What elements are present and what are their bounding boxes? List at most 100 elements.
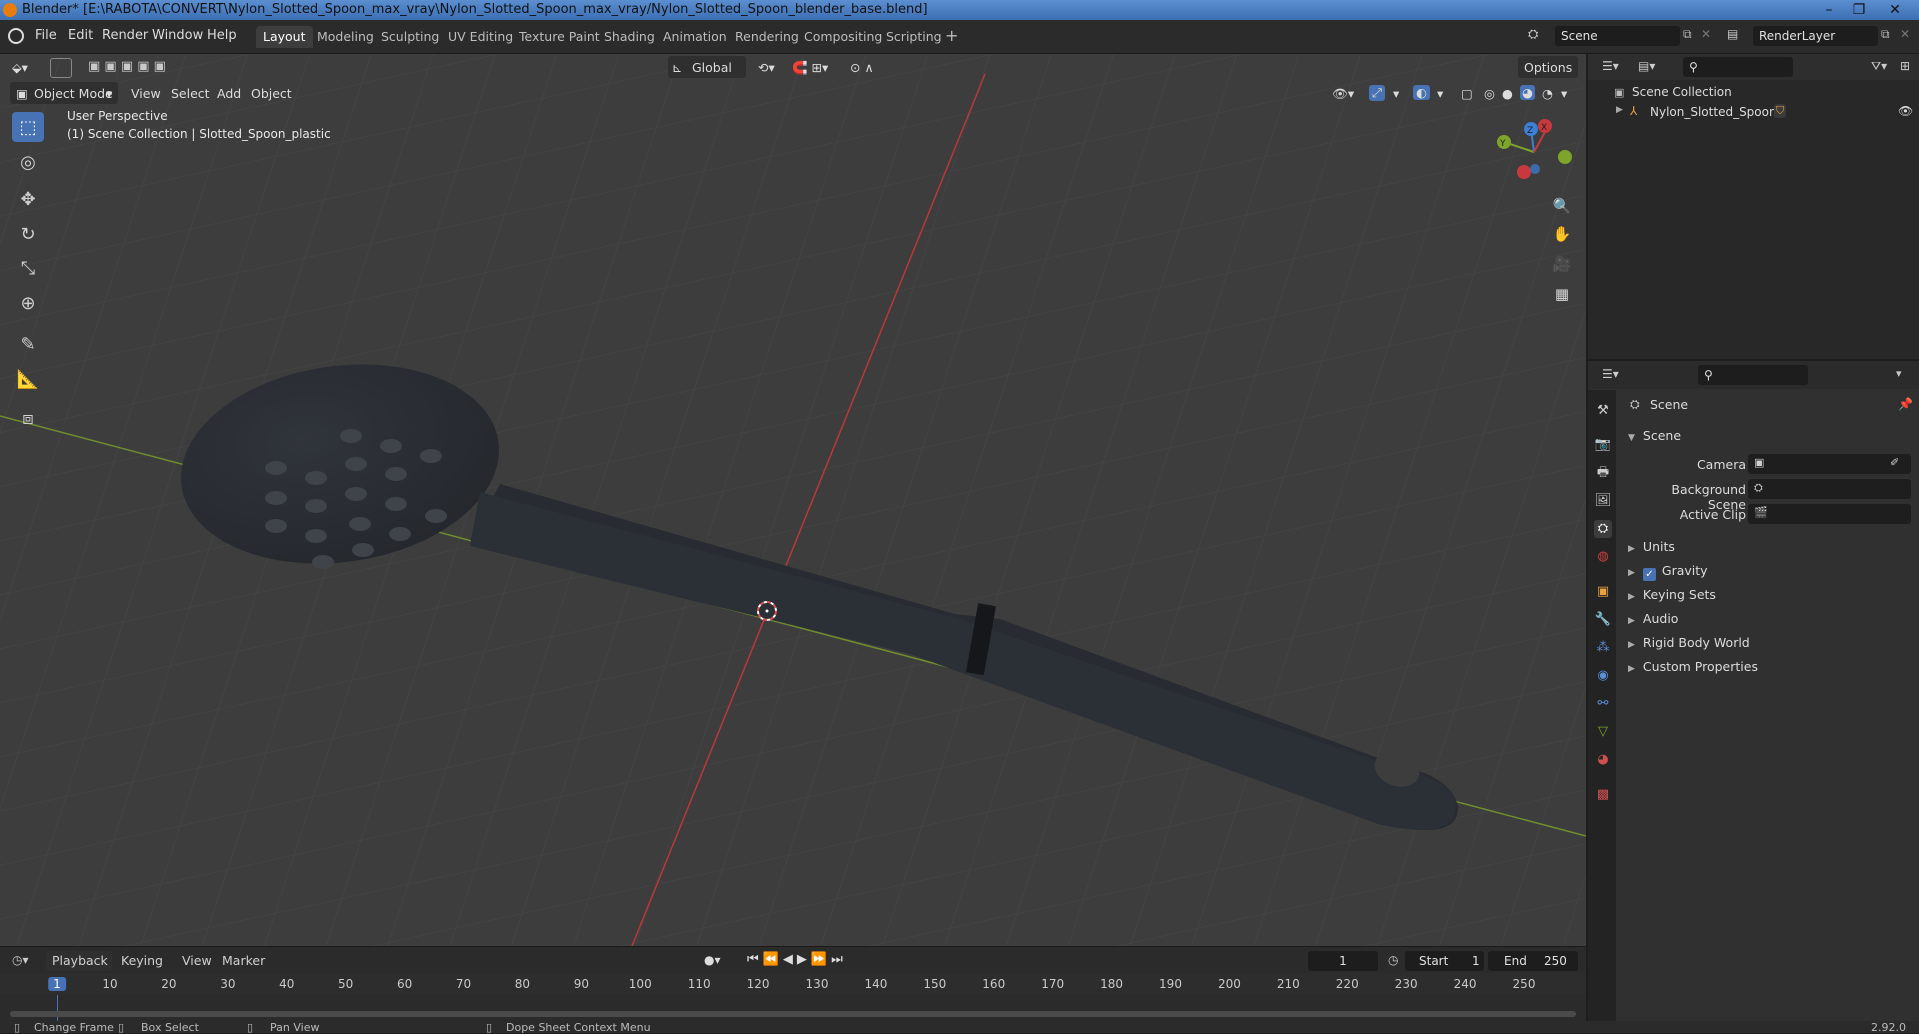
visibility-eye-icon[interactable]: 👁 [1898, 104, 1913, 118]
material-shading-icon[interactable]: ◕ [1520, 85, 1535, 100]
menu-edit[interactable]: Edit [68, 28, 93, 43]
camera-view-icon[interactable]: 🎥 [1550, 252, 1574, 276]
tab-uv-editing[interactable]: UV Editing [441, 26, 520, 48]
renderlayer-field[interactable]: RenderLayer [1753, 26, 1878, 46]
3d-viewport[interactable]: Y Z X User Perspective (1) Scene Collect… [0, 54, 1586, 946]
outliner-search-input[interactable]: ⚲ [1683, 57, 1793, 77]
pin-icon[interactable]: 📌 [1898, 397, 1913, 411]
xray-icon[interactable]: ▢ [1461, 86, 1473, 101]
modifier-tab-icon[interactable]: 🔧 [1594, 611, 1612, 629]
add-workspace-icon[interactable]: + [945, 26, 958, 45]
outliner-root-label[interactable]: Scene Collection [1632, 85, 1732, 99]
new-renderlayer-icon[interactable]: ⧉ [1881, 27, 1890, 42]
tool-tab-icon[interactable]: ⚒ [1594, 402, 1612, 420]
minimize-icon[interactable]: – [1815, 0, 1843, 20]
scene-field[interactable]: Scene [1555, 26, 1680, 46]
camera-field[interactable]: ▣ ✐ [1748, 454, 1911, 474]
renderlayer-icon[interactable]: ▤ [1727, 27, 1738, 41]
render-tab-icon[interactable]: 📷 [1594, 436, 1612, 454]
end-frame-field[interactable]: End 250 [1488, 951, 1578, 971]
new-scene-icon[interactable]: ⧉ [1683, 27, 1692, 42]
tab-compositing[interactable]: Compositing [797, 26, 889, 48]
transform-tool-icon[interactable]: ⊕ [12, 288, 44, 318]
clock-icon[interactable]: ◷ [1388, 953, 1398, 967]
constraints-tab-icon[interactable]: ⚯ [1594, 695, 1612, 713]
options-dropdown[interactable]: Options [1524, 60, 1572, 75]
object-tab-icon[interactable]: ▣ [1594, 583, 1612, 601]
restore-icon[interactable]: ❐ [1845, 0, 1873, 20]
overlay-dropdown-icon[interactable]: ▾ [1437, 86, 1443, 101]
proportional-edit-icon[interactable]: ⊙ ∧ [850, 60, 874, 75]
record-icon[interactable]: ●▾ [704, 953, 721, 967]
material-tab-icon[interactable]: ◕ [1594, 751, 1612, 769]
blender-menu-icon[interactable] [8, 28, 24, 44]
section-scene[interactable]: ▼ Scene [1628, 428, 1681, 443]
menu-window[interactable]: Window [152, 28, 203, 43]
start-frame-field[interactable]: Start 1 [1405, 951, 1484, 971]
move-tool-icon[interactable]: ✥ [12, 184, 44, 214]
solid-shading-icon[interactable]: ● [1502, 86, 1513, 101]
filter-icon[interactable]: ⛛▾ [1871, 59, 1887, 74]
particles-tab-icon[interactable]: ⁂ [1594, 639, 1612, 657]
panel-units[interactable]: ▶ Units [1628, 539, 1675, 554]
tab-rendering[interactable]: Rendering [728, 26, 806, 48]
scene-icon[interactable]: ⛭ [1528, 27, 1538, 42]
select-mode-icon[interactable] [50, 58, 72, 78]
scene-tab-icon[interactable]: ⛭ [1594, 520, 1612, 538]
panel-gravity[interactable]: ▶ ✓ Gravity [1628, 563, 1708, 581]
viewport-menu-add[interactable]: Add [217, 86, 241, 101]
transform-orientation-icon[interactable]: ⊾ [672, 60, 682, 75]
delete-scene-icon[interactable]: ✕ [1701, 27, 1711, 41]
tab-sculpting[interactable]: Sculpting [374, 26, 446, 48]
outliner-item-spoon[interactable]: ▶ ⅄ Nylon_Slotted_Spoon ⛉ 👁 [1588, 102, 1919, 122]
timeline-menu-marker[interactable]: Marker [222, 953, 265, 968]
viewport-menu-select[interactable]: Select [171, 86, 210, 101]
data-tab-icon[interactable]: ▽ [1594, 723, 1612, 741]
gravity-checkbox[interactable]: ✓ [1642, 568, 1656, 581]
viewport-menu-view[interactable]: View [131, 86, 161, 101]
rendered-shading-icon[interactable]: ◔ [1542, 86, 1553, 101]
tab-shading[interactable]: Shading [597, 26, 662, 48]
eyedropper-icon[interactable]: ✐ [1890, 456, 1899, 469]
shading-dropdown-icon[interactable]: ▾ [1561, 86, 1567, 101]
timeline-scrollbar[interactable] [10, 1011, 1576, 1017]
selection-modes-icons[interactable]: ▣ ▣ ▣ ▣ ▣ [88, 59, 166, 74]
editor-type-icon[interactable]: ⬙▾ [12, 60, 28, 75]
world-tab-icon[interactable]: ◍ [1594, 548, 1612, 566]
visibility-eye-icon[interactable]: 👁▾ [1332, 86, 1354, 102]
rotate-tool-icon[interactable]: ↻ [12, 219, 44, 249]
properties-editor-type-icon[interactable]: ☰▾ [1602, 367, 1619, 381]
tab-scripting[interactable]: Scripting [879, 26, 949, 48]
menu-render[interactable]: Render [102, 28, 148, 43]
timeline-menu-view[interactable]: View [182, 953, 212, 968]
delete-renderlayer-icon[interactable]: ✕ [1900, 27, 1910, 41]
tab-texture-paint[interactable]: Texture Paint [512, 26, 607, 48]
measure-tool-icon[interactable]: 📐 [12, 364, 44, 394]
active-clip-field[interactable]: 🎬 [1748, 504, 1911, 524]
wireframe-shading-icon[interactable]: ◎ [1484, 86, 1495, 101]
panel-keying-sets[interactable]: ▶ Keying Sets [1628, 587, 1716, 602]
display-mode-icon[interactable]: ▤▾ [1638, 59, 1655, 73]
cursor-tool-icon[interactable]: ◎ [12, 147, 44, 177]
properties-search-input[interactable]: ⚲ [1698, 365, 1808, 385]
view-layer-tab-icon[interactable]: 🖼 [1594, 492, 1612, 510]
ortho-grid-icon[interactable]: ▦ [1550, 282, 1574, 306]
zoom-icon[interactable]: 🔍 [1550, 194, 1574, 218]
tab-modeling[interactable]: Modeling [310, 26, 381, 48]
current-frame-field[interactable]: 1 [1308, 951, 1378, 971]
viewport-menu-object[interactable]: Object [251, 86, 292, 101]
tab-animation[interactable]: Animation [656, 26, 734, 48]
scale-tool-icon[interactable]: ⤡ [12, 253, 44, 283]
overlay-toggle-icon[interactable]: ◐ [1413, 85, 1430, 100]
panel-custom-properties[interactable]: ▶ Custom Properties [1628, 659, 1758, 674]
texture-tab-icon[interactable]: ▩ [1594, 786, 1612, 804]
properties-options-icon[interactable]: ▾ [1896, 367, 1902, 380]
menu-file[interactable]: File [35, 28, 57, 43]
physics-tab-icon[interactable]: ◉ [1594, 667, 1612, 685]
expand-arrow-icon[interactable]: ▶ [1616, 105, 1623, 115]
panel-audio[interactable]: ▶ Audio [1628, 611, 1678, 626]
mode-dropdown[interactable]: Object Mode [34, 86, 113, 101]
menu-help[interactable]: Help [207, 28, 237, 43]
background-scene-field[interactable]: ⛭ [1748, 479, 1911, 499]
annotate-tool-icon[interactable]: ✎ [12, 329, 44, 359]
